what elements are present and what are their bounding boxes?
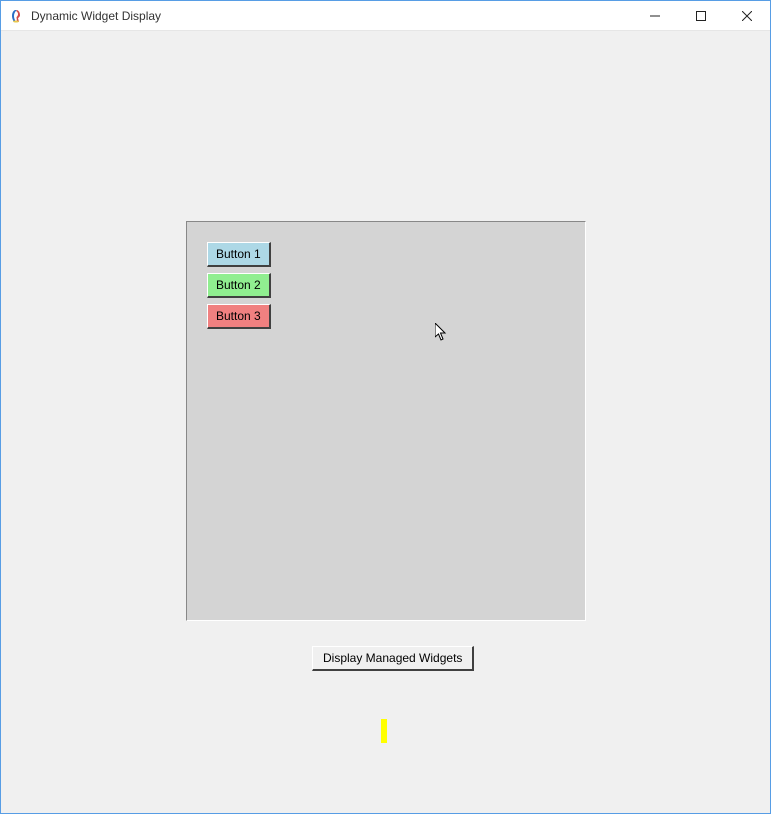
client-area: Button 1 Button 2 Button 3 Display Manag… xyxy=(1,31,770,813)
titlebar: Dynamic Widget Display xyxy=(1,1,770,31)
button-3[interactable]: Button 3 xyxy=(207,304,271,329)
button-2[interactable]: Button 2 xyxy=(207,273,271,298)
app-window: Dynamic Widget Display Button 1 Button 2… xyxy=(0,0,771,814)
button-1[interactable]: Button 1 xyxy=(207,242,271,267)
window-controls xyxy=(632,1,770,30)
display-managed-widgets-button[interactable]: Display Managed Widgets xyxy=(312,646,474,671)
app-icon xyxy=(9,8,25,24)
close-button[interactable] xyxy=(724,1,770,30)
window-title: Dynamic Widget Display xyxy=(31,9,632,23)
maximize-button[interactable] xyxy=(678,1,724,30)
text-caret xyxy=(381,719,387,743)
widget-frame: Button 1 Button 2 Button 3 xyxy=(186,221,586,621)
minimize-button[interactable] xyxy=(632,1,678,30)
